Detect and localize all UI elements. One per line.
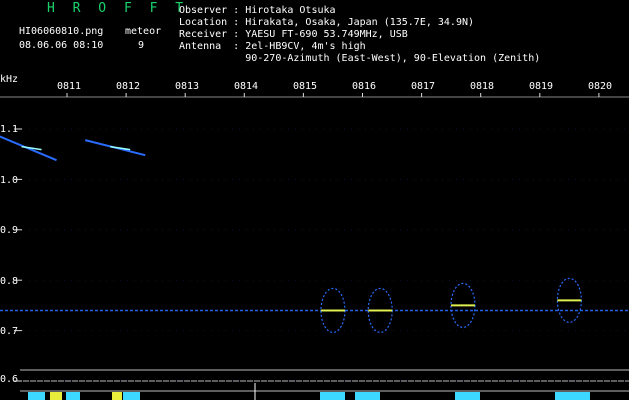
activity-bar — [355, 392, 380, 400]
activity-bar — [66, 392, 80, 400]
activity-bar — [28, 392, 45, 400]
hrofft-screen: H R O F F T HI06060810.png meteor 08.06.… — [0, 0, 629, 400]
activity-bar — [555, 392, 590, 400]
activity-bar — [455, 392, 480, 400]
activity-bar — [320, 392, 345, 400]
spectrogram-plot — [0, 93, 629, 400]
activity-bar — [123, 392, 140, 400]
activity-bar — [112, 392, 122, 400]
activity-bar — [50, 392, 62, 400]
